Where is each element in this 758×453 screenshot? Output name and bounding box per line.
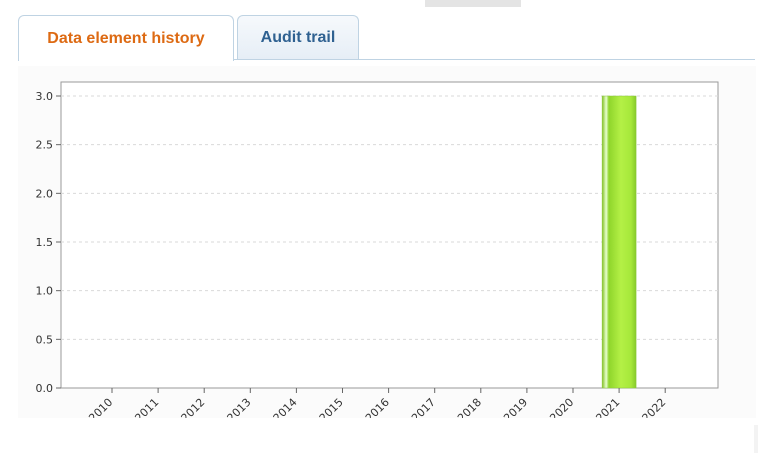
x-tick-label: 2014	[271, 396, 300, 418]
y-tick-label: 0.0	[36, 382, 54, 395]
tab-audit-trail[interactable]: Audit trail	[237, 15, 359, 59]
y-tick-label: 3.0	[36, 90, 54, 103]
x-tick-label: 2011	[132, 396, 161, 418]
y-tick-label: 1.5	[36, 236, 54, 249]
y-tick-label: 2.5	[36, 139, 54, 152]
x-tick-label: 2010	[86, 396, 115, 418]
x-tick-label: 2022	[640, 396, 669, 418]
x-tick-label: 2018	[455, 396, 484, 418]
y-tick-label: 2.0	[36, 187, 54, 200]
tab-label: Audit trail	[260, 28, 336, 46]
x-tick-label: 2019	[501, 396, 530, 418]
edge-fade	[754, 425, 758, 453]
tab-label: Data element history	[47, 29, 205, 47]
x-tick-label: 2016	[363, 396, 392, 418]
y-tick-label: 0.5	[36, 333, 54, 346]
history-chart-panel: 0.0 0.5 1.0 1.5 2.0 2.5 3.0 2010 2011 2012 2013 201…	[18, 66, 756, 418]
bar-2021[interactable]	[601, 95, 637, 389]
data-element-history-page: Data element history Audit trail 0.0 0.5 1…	[0, 0, 758, 453]
x-tick-label: 2012	[179, 396, 208, 418]
y-tick-label: 1.0	[36, 285, 54, 298]
x-tick-label: 2017	[409, 396, 438, 418]
x-tick-label: 2020	[547, 396, 576, 418]
history-bar-chart: 0.0 0.5 1.0 1.5 2.0 2.5 3.0 2010 2011 2012 2013 201…	[36, 81, 719, 418]
tab-bar: Data element history Audit trail	[0, 0, 758, 61]
tab-data-element-history[interactable]: Data element history	[18, 15, 234, 61]
x-tick-label: 2013	[225, 396, 254, 418]
x-tick-label: 2021	[593, 396, 622, 418]
x-tick-label: 2015	[317, 396, 346, 418]
